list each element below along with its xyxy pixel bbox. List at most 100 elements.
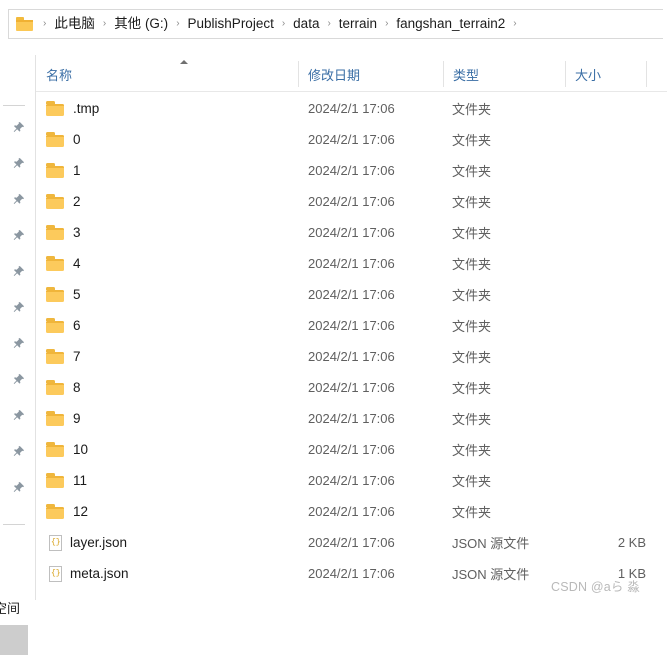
breadcrumb-item-fangshan-terrain2[interactable]: fangshan_terrain2 — [393, 14, 508, 34]
header-separator — [36, 91, 667, 92]
file-name-label: meta.json — [70, 566, 129, 581]
table-row[interactable]: .tmp 2024/2/1 17:06 文件夹 — [36, 93, 667, 124]
breadcrumb-item-publishproject[interactable]: PublishProject — [185, 14, 277, 34]
file-name-label: 12 — [73, 504, 89, 519]
cell-type: JSON 源文件 — [452, 536, 530, 551]
table-row[interactable]: 0 2024/2/1 17:06 文件夹 — [36, 124, 667, 155]
cell-name: 6 — [46, 318, 296, 333]
pin-icon[interactable] — [12, 229, 25, 242]
table-row[interactable]: 7 2024/2/1 17:06 文件夹 — [36, 341, 667, 372]
cell-type: 文件夹 — [452, 443, 492, 458]
folder-icon — [46, 132, 65, 147]
cell-date-modified: 2024/2/1 17:06 — [308, 442, 395, 457]
column-divider-4[interactable] — [646, 61, 647, 87]
folder-icon — [46, 194, 65, 209]
file-name-label: 0 — [73, 132, 81, 147]
cell-date-modified: 2024/2/1 17:06 — [308, 566, 395, 581]
pin-icon[interactable] — [12, 193, 25, 206]
table-row[interactable]: 11 2024/2/1 17:06 文件夹 — [36, 465, 667, 496]
breadcrumb-separator-5[interactable]: › — [380, 16, 393, 32]
cell-name: 12 — [46, 504, 296, 519]
cell-date-modified: 2024/2/1 17:06 — [308, 473, 395, 488]
json-file-icon: {} — [49, 565, 62, 582]
cell-name: 3 — [46, 225, 296, 240]
breadcrumb-separator-2[interactable]: › — [171, 16, 184, 32]
folder-icon — [46, 225, 65, 240]
column-header-date-modified[interactable]: 修改日期 — [298, 56, 443, 92]
column-header-name[interactable]: 名称 — [36, 56, 298, 92]
cell-name: 5 — [46, 287, 296, 302]
cell-type: 文件夹 — [452, 474, 492, 489]
folder-icon — [46, 318, 65, 333]
pin-icon[interactable] — [12, 409, 25, 422]
breadcrumb-item-data[interactable]: data — [290, 14, 322, 34]
cell-name: 9 — [46, 411, 296, 426]
pin-icon[interactable] — [12, 265, 25, 278]
table-row[interactable]: 8 2024/2/1 17:06 文件夹 — [36, 372, 667, 403]
pin-icon[interactable] — [12, 481, 25, 494]
breadcrumb-separator-3[interactable]: › — [277, 16, 290, 32]
cell-name: {} meta.json — [46, 565, 296, 582]
json-file-icon: {} — [49, 534, 62, 551]
cell-size: 2 KB — [617, 535, 646, 550]
folder-icon — [46, 163, 65, 178]
folder-icon — [16, 17, 34, 31]
column-header-size[interactable]: 大小 — [565, 56, 646, 92]
pin-icon[interactable] — [12, 157, 25, 170]
table-row[interactable]: 6 2024/2/1 17:06 文件夹 — [36, 310, 667, 341]
breadcrumb-item-this-pc[interactable]: 此电脑 — [51, 14, 98, 34]
nav-item-space-label[interactable]: 空间 — [0, 598, 20, 617]
breadcrumb-separator-0[interactable]: › — [38, 16, 51, 32]
table-row[interactable]: 5 2024/2/1 17:06 文件夹 — [36, 279, 667, 310]
breadcrumb-item-drive-g[interactable]: 其他 (G:) — [111, 14, 171, 34]
nav-scrollbar-thumb[interactable] — [0, 625, 28, 655]
cell-date-modified: 2024/2/1 17:06 — [308, 411, 395, 426]
cell-type: 文件夹 — [452, 102, 492, 117]
breadcrumb-separator-1[interactable]: › — [98, 16, 111, 32]
column-header-type-label: 类型 — [453, 67, 480, 83]
file-name-label: 5 — [73, 287, 81, 302]
table-row[interactable]: 12 2024/2/1 17:06 文件夹 — [36, 496, 667, 527]
watermark-text: CSDN @aら 淼 — [551, 580, 641, 594]
cell-name: 2 — [46, 194, 296, 209]
table-row[interactable]: 2 2024/2/1 17:06 文件夹 — [36, 186, 667, 217]
breadcrumb-item-terrain[interactable]: terrain — [336, 14, 380, 34]
file-name-label: 11 — [73, 473, 88, 488]
cell-type: JSON 源文件 — [452, 567, 530, 582]
pin-icon[interactable] — [12, 121, 25, 134]
column-header-name-label: 名称 — [46, 67, 73, 83]
cell-name: 1 — [46, 163, 296, 178]
file-name-label: 4 — [73, 256, 81, 271]
cell-type: 文件夹 — [452, 226, 492, 241]
sort-ascending-icon — [180, 60, 188, 64]
table-row[interactable]: 3 2024/2/1 17:06 文件夹 — [36, 217, 667, 248]
folder-icon — [46, 442, 65, 457]
table-row[interactable]: 9 2024/2/1 17:06 文件夹 — [36, 403, 667, 434]
table-row[interactable]: 4 2024/2/1 17:06 文件夹 — [36, 248, 667, 279]
table-row[interactable]: 1 2024/2/1 17:06 文件夹 — [36, 155, 667, 186]
cell-date-modified: 2024/2/1 17:06 — [308, 132, 395, 147]
cell-name: 11 — [46, 473, 296, 488]
folder-icon — [46, 256, 65, 271]
navigation-pane: 空间 — [0, 55, 36, 655]
pin-icon[interactable] — [12, 301, 25, 314]
pin-icon[interactable] — [12, 373, 25, 386]
table-row[interactable]: {} layer.json 2024/2/1 17:06 JSON 源文件 2 KB — [36, 527, 667, 558]
cell-date-modified: 2024/2/1 17:06 — [308, 225, 395, 240]
cell-date-modified: 2024/2/1 17:06 — [308, 287, 395, 302]
column-header-type[interactable]: 类型 — [443, 56, 565, 92]
cell-name: 4 — [46, 256, 296, 271]
nav-divider-bottom — [3, 524, 25, 525]
pin-icon[interactable] — [12, 337, 25, 350]
table-row[interactable]: 10 2024/2/1 17:06 文件夹 — [36, 434, 667, 465]
file-name-label: 2 — [73, 194, 81, 209]
folder-icon — [46, 101, 65, 116]
breadcrumb-separator-6[interactable]: › — [508, 16, 521, 32]
file-name-label: 9 — [73, 411, 81, 426]
file-name-label: 1 — [73, 163, 81, 178]
pin-icon[interactable] — [12, 445, 25, 458]
cell-date-modified: 2024/2/1 17:06 — [308, 318, 395, 333]
cell-date-modified: 2024/2/1 17:06 — [308, 504, 395, 519]
breadcrumb-separator-4[interactable]: › — [322, 16, 335, 32]
address-bar[interactable]: › 此电脑 › 其他 (G:) › PublishProject › data … — [8, 9, 663, 39]
